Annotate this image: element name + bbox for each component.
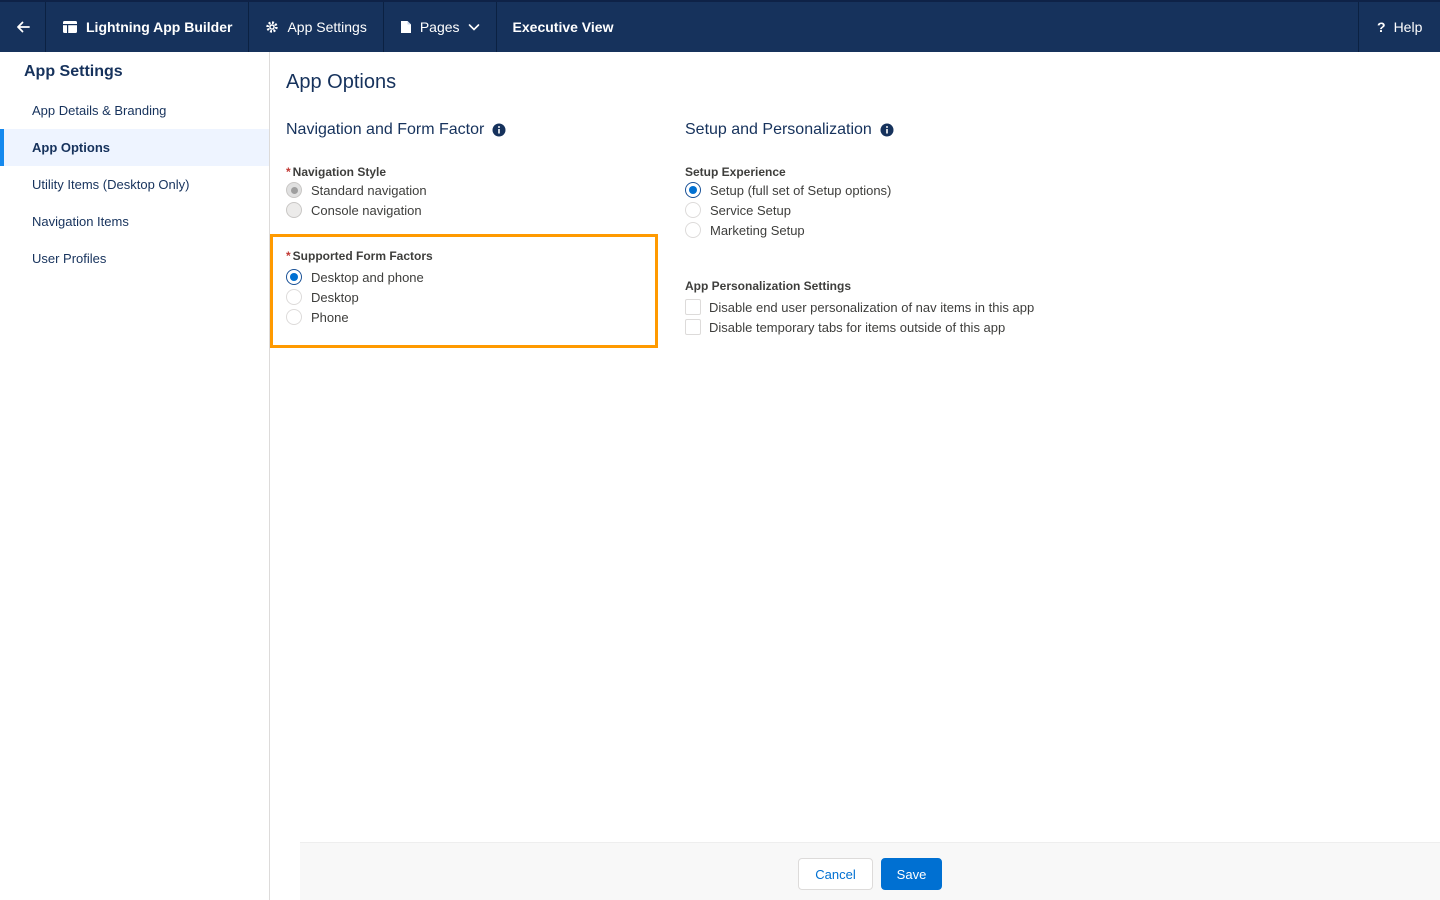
required-indicator: * <box>286 165 291 179</box>
pages-dropdown[interactable]: Pages <box>384 2 497 52</box>
checkbox-label: Disable temporary tabs for items outside… <box>709 319 1006 335</box>
sidebar-title: App Settings <box>24 63 123 80</box>
app-builder-label: Lightning App Builder <box>86 19 233 35</box>
checkbox-label: Disable end user personalization of nav … <box>709 299 1035 315</box>
app-personalization-label: App Personalization Settings <box>685 279 852 293</box>
settings-sidebar: App Settings App Details & Branding App … <box>0 52 270 900</box>
main-content: App Options Navigation and Form Factor *… <box>270 52 1440 900</box>
radio-label: Marketing Setup <box>710 222 805 238</box>
help-label: Help <box>1393 19 1423 35</box>
radio-console-navigation[interactable]: Console navigation <box>286 200 666 220</box>
section-title: Setup and Personalization <box>685 120 1185 140</box>
cancel-button[interactable]: Cancel <box>798 858 873 890</box>
save-button[interactable]: Save <box>881 858 942 890</box>
setup-personalization-section: Setup and Personalization Setup Experien… <box>685 120 1185 337</box>
sidebar-item-app-details[interactable]: App Details & Branding <box>0 92 269 129</box>
sidebar-item-user-profiles[interactable]: User Profiles <box>0 240 269 277</box>
radio-indicator[interactable] <box>685 202 701 218</box>
lightning-app-builder-button[interactable]: Lightning App Builder <box>46 2 250 52</box>
gear-icon <box>265 20 279 34</box>
radio-setup-full[interactable]: Setup (full set of Setup options) <box>685 180 1185 200</box>
radio-service-setup[interactable]: Service Setup <box>685 200 1185 220</box>
radio-label: Console navigation <box>311 202 422 218</box>
page-title: App Options <box>286 71 397 93</box>
checkbox-disable-temporary-tabs[interactable]: Disable temporary tabs for items outside… <box>685 317 1185 337</box>
top-navigation-bar: Lightning App Builder App Settings Pages… <box>0 0 1440 52</box>
help-button[interactable]: ? Help <box>1358 2 1440 52</box>
back-arrow-icon <box>15 19 31 35</box>
sidebar-item-app-options[interactable]: App Options <box>0 129 269 166</box>
question-mark-icon: ? <box>1377 19 1386 35</box>
page-icon <box>400 20 412 34</box>
app-builder-icon <box>62 19 78 35</box>
section-title-text: Navigation and Form Factor <box>286 121 485 138</box>
checkbox-indicator[interactable] <box>685 319 701 335</box>
footer-bar: Cancel Save <box>300 842 1440 900</box>
info-icon[interactable] <box>492 123 506 137</box>
radio-marketing-setup[interactable]: Marketing Setup <box>685 220 1185 240</box>
navigation-style-label: * Navigation Style <box>286 164 666 180</box>
setup-experience-label: Setup Experience <box>685 165 786 179</box>
radio-indicator[interactable] <box>685 182 701 198</box>
app-settings-label: App Settings <box>287 19 367 35</box>
radio-indicator[interactable] <box>685 222 701 238</box>
radio-indicator[interactable] <box>286 182 302 198</box>
checkbox-indicator[interactable] <box>685 299 701 315</box>
radio-standard-navigation[interactable]: Standard navigation <box>286 180 666 200</box>
section-title-text: Setup and Personalization <box>685 121 872 138</box>
chevron-down-icon <box>468 21 480 33</box>
pages-label: Pages <box>419 19 460 35</box>
section-title: Navigation and Form Factor <box>286 120 666 140</box>
radio-label: Setup (full set of Setup options) <box>710 182 892 198</box>
app-settings-button[interactable]: App Settings <box>249 2 384 52</box>
navigation-style-label-text: Navigation Style <box>292 165 387 179</box>
sidebar-item-navigation-items[interactable]: Navigation Items <box>0 203 269 240</box>
form-factors-highlight-box <box>270 234 658 348</box>
app-name-label: Executive View <box>512 19 614 35</box>
back-button[interactable] <box>0 2 46 52</box>
radio-indicator[interactable] <box>286 202 302 218</box>
radio-label: Standard navigation <box>311 182 427 198</box>
sidebar-item-utility-items[interactable]: Utility Items (Desktop Only) <box>0 166 269 203</box>
checkbox-disable-nav-personalization[interactable]: Disable end user personalization of nav … <box>685 297 1185 317</box>
info-icon[interactable] <box>880 123 894 137</box>
radio-label: Service Setup <box>710 202 791 218</box>
app-name-title: Executive View <box>497 2 630 52</box>
